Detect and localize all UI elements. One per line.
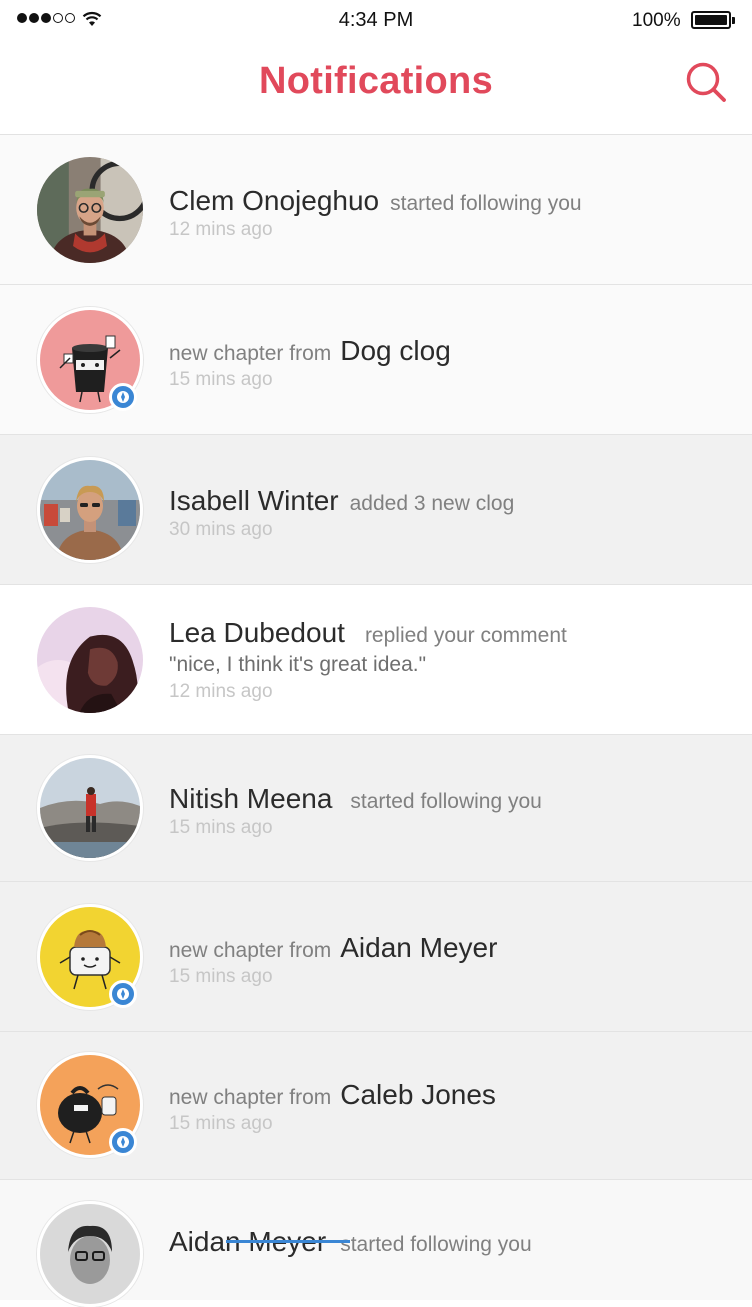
timestamp: 30 mins ago xyxy=(169,519,273,540)
clog-name[interactable]: Caleb Jones xyxy=(340,1079,496,1110)
avatar[interactable] xyxy=(37,1201,143,1307)
notification-list: Clem Onojeghuo started following you 12 m… xyxy=(0,135,752,1307)
notification-action: added 3 new clog xyxy=(349,492,515,515)
clog-name[interactable]: Aidan Meyer xyxy=(340,932,497,963)
user-name[interactable]: Nitish Meena xyxy=(169,783,332,814)
search-icon xyxy=(686,62,726,102)
notification-row[interactable]: Clem Onojeghuo started following you 12 m… xyxy=(0,135,752,285)
avatar[interactable] xyxy=(37,457,143,563)
battery-percentage: 100% xyxy=(632,10,681,31)
user-name[interactable]: Lea Dubedout xyxy=(169,617,345,648)
avatar[interactable] xyxy=(37,755,143,861)
notification-text: Clem Onojeghuo started following you 12 m… xyxy=(169,185,732,241)
comment-quote: "nice, I think it's great idea." xyxy=(169,653,427,676)
notification-row[interactable]: Aidan Meyer started following you xyxy=(0,1180,752,1307)
notification-row[interactable]: new chapter from Caleb Jones 15 mins ago xyxy=(0,1032,752,1180)
notification-text: Nitish Meena started following you 15 min… xyxy=(169,783,732,839)
notification-row[interactable]: Nitish Meena started following you 15 min… xyxy=(0,735,752,882)
user-name[interactable]: Clem Onojeghuo xyxy=(169,185,379,216)
timestamp: 15 mins ago xyxy=(169,369,273,390)
avatar[interactable] xyxy=(37,157,143,263)
avatar[interactable] xyxy=(37,607,143,713)
notification-text: new chapter from Aidan Meyer 15 mins ago xyxy=(169,932,732,988)
scroll-indicator xyxy=(226,1240,350,1243)
notification-action: started following you xyxy=(390,192,582,215)
compass-icon xyxy=(109,1128,137,1156)
timestamp: 15 mins ago xyxy=(169,817,273,838)
notification-row[interactable]: Isabell Winter added 3 new clog 30 mins a… xyxy=(0,435,752,585)
notification-action: replied your comment xyxy=(364,624,567,647)
timestamp: 15 mins ago xyxy=(169,1113,273,1134)
search-button[interactable] xyxy=(684,60,730,106)
clog-name[interactable]: Dog clog xyxy=(340,335,451,366)
notification-text: Isabell Winter added 3 new clog 30 mins a… xyxy=(169,485,732,541)
compass-icon xyxy=(109,383,137,411)
timestamp: 12 mins ago xyxy=(169,681,273,702)
notification-text: new chapter from Dog clog 15 mins ago xyxy=(169,335,732,391)
notification-row[interactable]: new chapter from Aidan Meyer 15 mins ago xyxy=(0,882,752,1032)
notification-action: new chapter from xyxy=(169,342,332,365)
timestamp: 15 mins ago xyxy=(169,966,273,987)
notification-text: Lea Dubedout replied your comment "nice, … xyxy=(169,617,732,703)
notification-text: new chapter from Caleb Jones 15 mins ago xyxy=(169,1079,732,1135)
notification-row[interactable]: Lea Dubedout replied your comment "nice, … xyxy=(0,585,752,735)
notification-row[interactable]: new chapter from Dog clog 15 mins ago xyxy=(0,285,752,435)
notification-action: started following you xyxy=(340,1233,532,1256)
page-title: Notifications xyxy=(258,60,493,102)
notification-action: started following you xyxy=(350,790,542,813)
notification-action: new chapter from xyxy=(169,1086,332,1109)
battery-icon xyxy=(691,11,731,29)
status-bar: 4:34 PM 100% xyxy=(0,0,752,40)
notification-action: new chapter from xyxy=(169,939,332,962)
nav-bar: Notifications xyxy=(0,40,752,135)
timestamp: 12 mins ago xyxy=(169,219,273,240)
user-name[interactable]: Isabell Winter xyxy=(169,485,339,516)
compass-icon xyxy=(109,980,137,1008)
